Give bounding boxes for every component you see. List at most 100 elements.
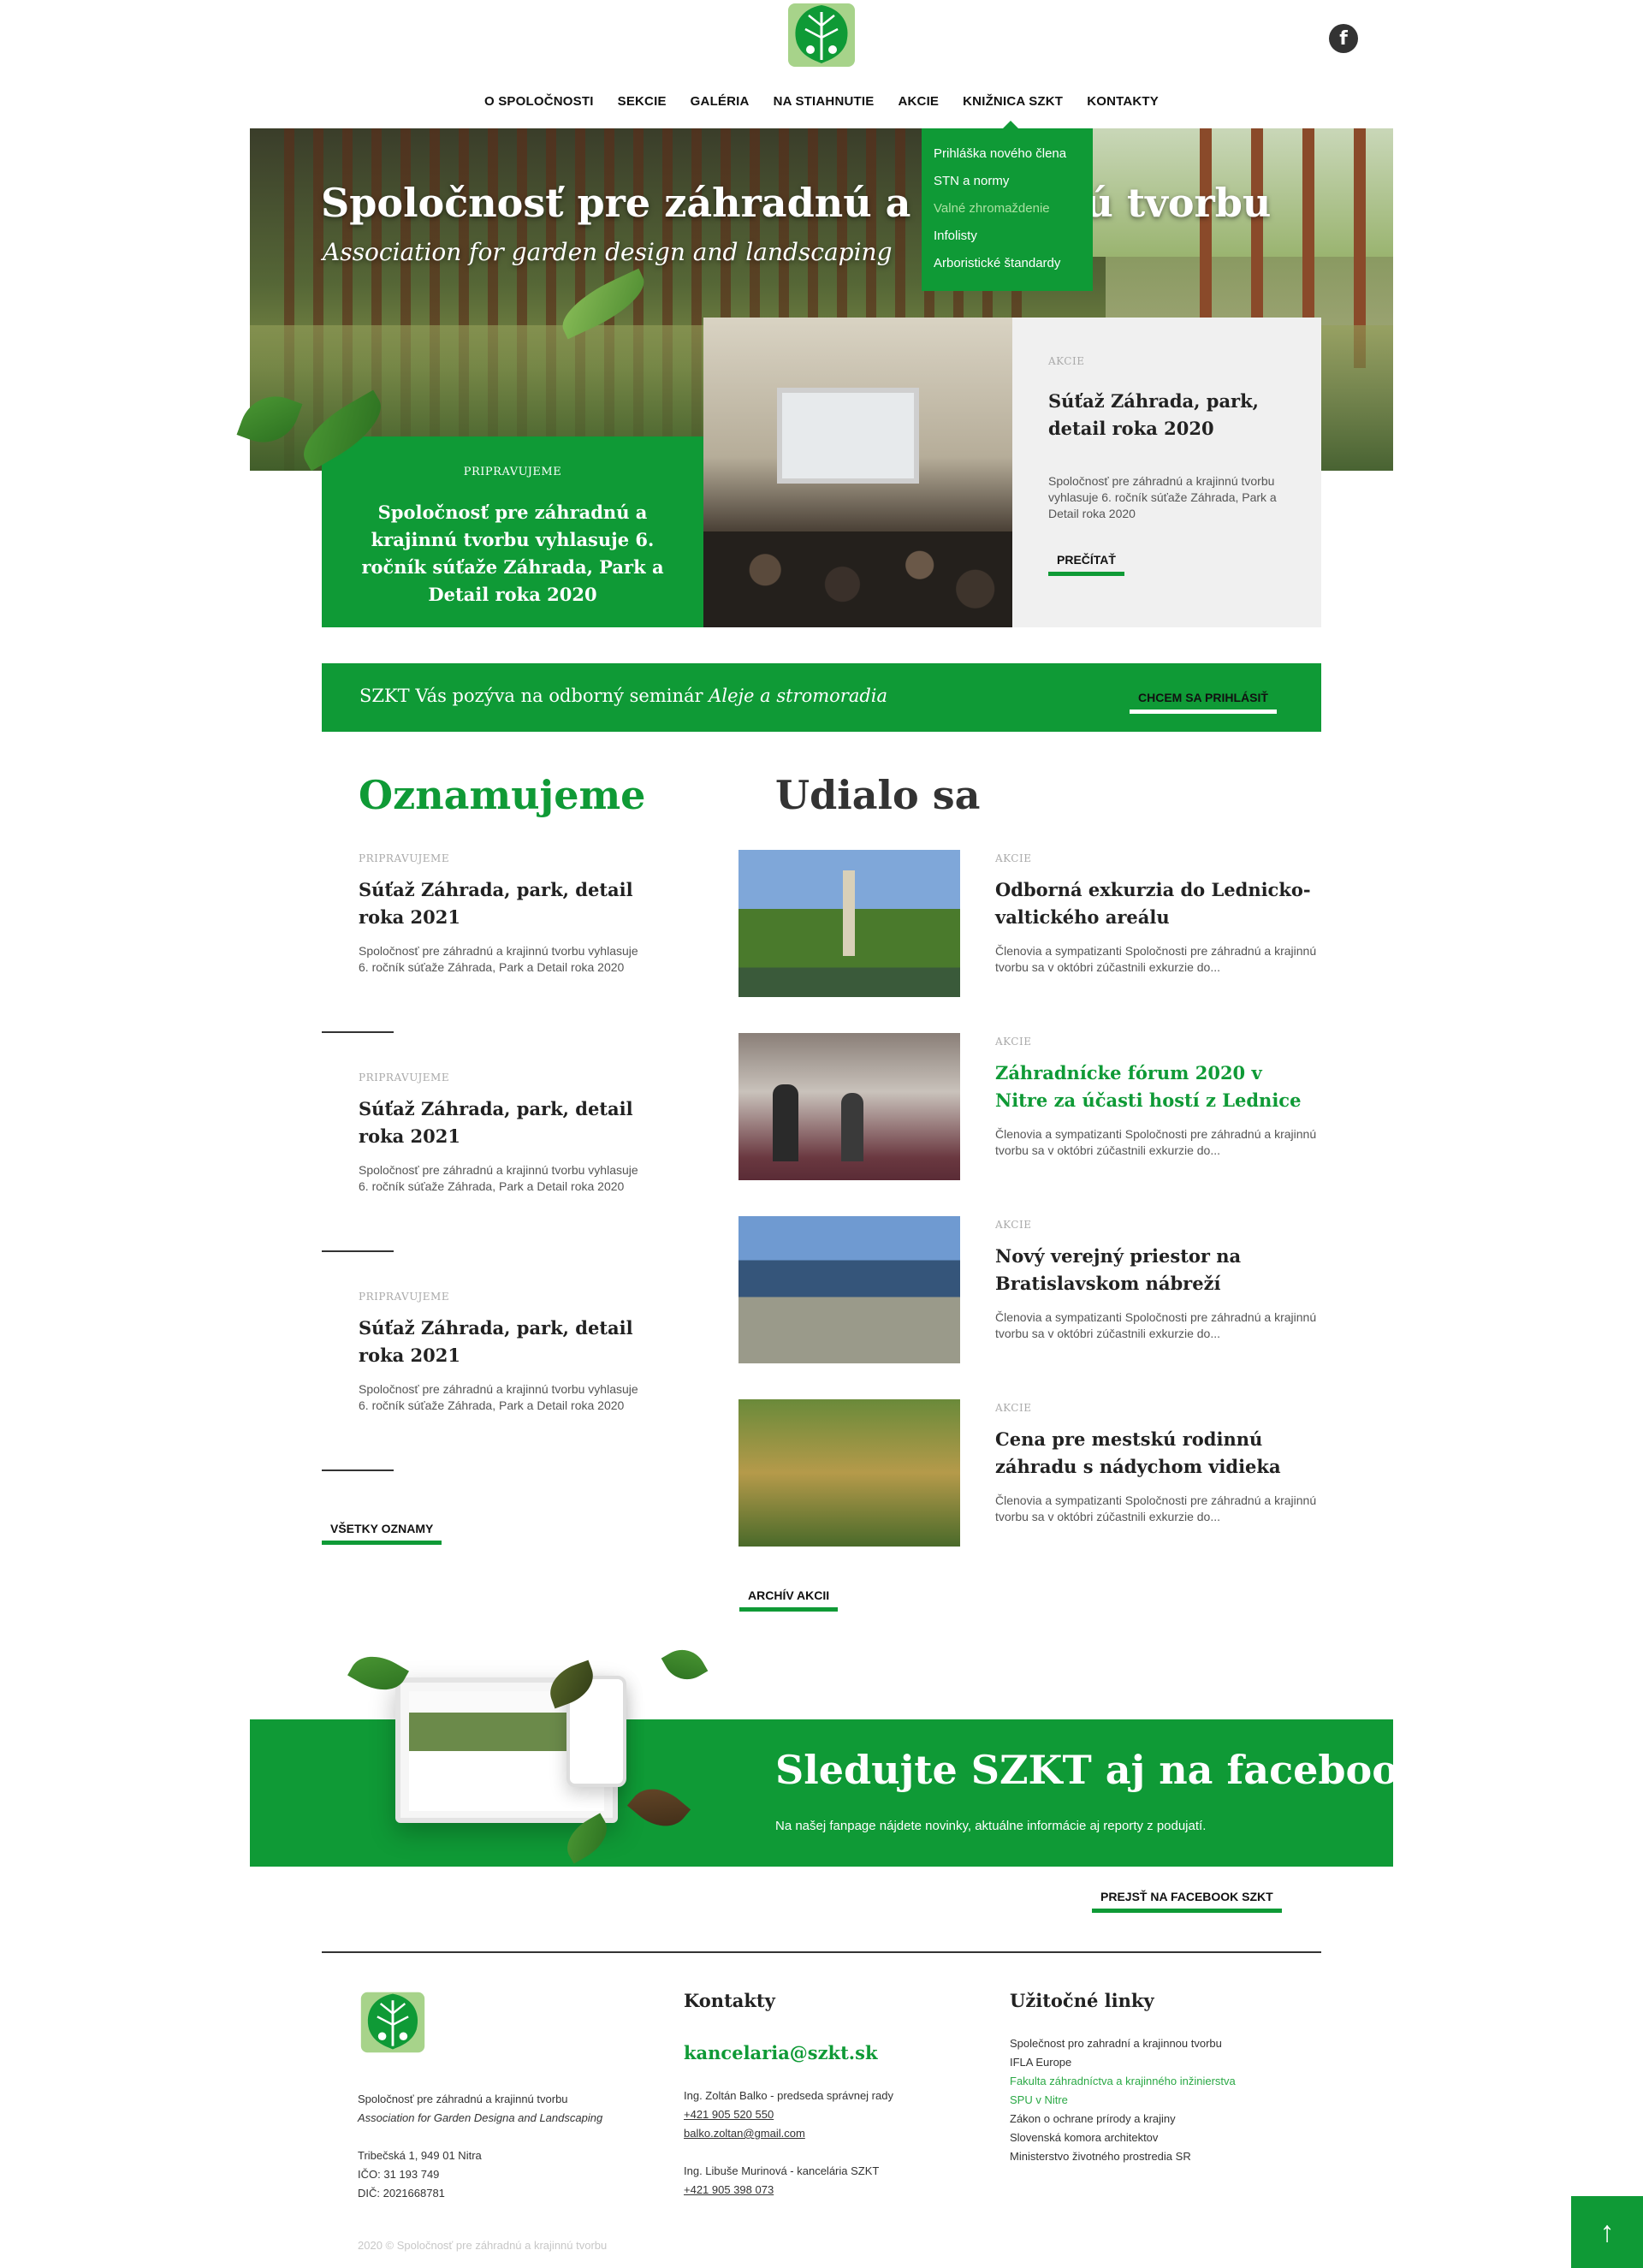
announcement-tag: PRIPRAVUJEME xyxy=(359,852,450,864)
divider xyxy=(322,1031,394,1033)
dropdown-item-stn[interactable]: STN a normy xyxy=(934,173,1093,200)
event-tag: AKCIE xyxy=(995,1036,1032,1048)
event-tag: AKCIE xyxy=(995,1219,1032,1231)
facebook-icon-glyph: f xyxy=(1339,28,1348,50)
announcement-excerpt: Spoločnosť pre záhradnú a krajinnú tvorb… xyxy=(359,1163,638,1193)
event-image[interactable] xyxy=(738,1399,960,1547)
divider xyxy=(322,1250,394,1252)
announcement-item: PRIPRAVUJEME Súťaž Záhrada, park, detail… xyxy=(359,1291,649,1414)
nav-item-galeria[interactable]: GALÉRIA xyxy=(691,89,750,115)
contact-phone-2[interactable]: +421 905 398 073 xyxy=(684,2181,966,2200)
facebook-icon[interactable]: f xyxy=(1329,24,1358,53)
featured-card-title[interactable]: Súťaž Záhrada, park, detail roka 2020 xyxy=(1048,388,1285,442)
contact-person-2: Ing. Libuše Murinová - kancelária SZKT xyxy=(684,2164,880,2177)
announcement-title[interactable]: Súťaž Záhrada, park, detail roka 2021 xyxy=(359,1095,649,1150)
hero-subtitle: Association for garden design and landsc… xyxy=(323,238,893,266)
dropdown-item-arboristicke[interactable]: Arboristické štandardy xyxy=(934,255,1093,282)
signup-button[interactable]: CHCEM SA PRIHLÁSIŤ xyxy=(1130,691,1277,714)
event-excerpt: Členovia a sympatizanti Spoločnosti pre … xyxy=(995,1310,1317,1340)
featured-card-tag: AKCIE xyxy=(1048,355,1085,367)
useful-link[interactable]: Slovenská komora architektov xyxy=(1010,2128,1318,2147)
footer-org-name-en: Association for Garden Designa and Lands… xyxy=(358,2111,603,2124)
footer-org: Spoločnosť pre záhradnú a krajinnú tvorb… xyxy=(358,2090,640,2203)
featured-photo[interactable] xyxy=(703,318,1012,627)
all-announcements-button[interactable]: VŠETKY OZNAMY xyxy=(322,1522,442,1545)
contact-email-1[interactable]: balko.zoltan@gmail.com xyxy=(684,2124,966,2143)
announcement-item: PRIPRAVUJEME Súťaž Záhrada, park, detail… xyxy=(359,1072,649,1195)
facebook-banner-subtitle: Na našej fanpage nájdete novinky, aktuál… xyxy=(775,1819,1207,1833)
useful-links-list: Společnost pro zahradní a krajinnou tvor… xyxy=(1010,2034,1318,2166)
footer-ico: IČO: 31 193 749 xyxy=(358,2168,440,2181)
useful-link[interactable]: IFLA Europe xyxy=(1010,2053,1318,2072)
event-excerpt: Členovia a sympatizanti Spoločnosti pre … xyxy=(995,944,1317,974)
event-item: AKCIE Cena pre mestskú rodinnú záhradu s… xyxy=(995,1402,1320,1525)
seminar-title: Aleje a stromoradia xyxy=(709,686,888,706)
contacts-title: Kontakty xyxy=(684,1990,775,2011)
event-tag: AKCIE xyxy=(995,1402,1032,1414)
event-tag: AKCIE xyxy=(995,852,1032,864)
footer-email-main[interactable]: kancelaria@szkt.sk xyxy=(684,2042,878,2063)
arrow-up-icon: ↑ xyxy=(1599,2216,1615,2248)
kniznica-dropdown: Prihláška nového člena STN a normy Valné… xyxy=(922,121,1093,291)
footer-divider xyxy=(322,1951,1321,1953)
event-title[interactable]: Nový verejný priestor na Bratislavskom n… xyxy=(995,1243,1320,1297)
nav-item-kontakty[interactable]: KONTAKTY xyxy=(1087,89,1159,115)
site-logo[interactable] xyxy=(785,0,858,70)
event-image[interactable] xyxy=(738,850,960,997)
back-to-top-button[interactable]: ↑ xyxy=(1571,2196,1643,2268)
footer-contacts: Ing. Zoltán Balko - predseda správnej ra… xyxy=(684,2087,966,2200)
main-nav: O SPOLOČNOSTI SEKCIE GALÉRIA NA STIAHNUT… xyxy=(479,89,1164,115)
event-item: AKCIE Nový verejný priestor na Bratislav… xyxy=(995,1219,1320,1342)
event-title[interactable]: Odborná exkurzia do Lednicko-valtického … xyxy=(995,876,1320,931)
leaf-decoration xyxy=(661,1641,709,1689)
footer-org-name: Spoločnosť pre záhradnú a krajinnú tvorb… xyxy=(358,2093,568,2105)
event-image[interactable] xyxy=(738,1033,960,1180)
event-title[interactable]: Záhradnícke fórum 2020 v Nitre za účasti… xyxy=(995,1060,1320,1114)
announcements-title: Oznamujeme xyxy=(359,772,646,818)
events-title: Udialo sa xyxy=(775,772,981,818)
contact-person-1: Ing. Zoltán Balko - predseda správnej ra… xyxy=(684,2089,893,2102)
facebook-button[interactable]: PREJSŤ NA FACEBOOK SZKT xyxy=(1092,1890,1282,1913)
dropdown-item-valne[interactable]: Valné zhromaždenie xyxy=(934,200,1093,228)
announcement-title[interactable]: Súťaž Záhrada, park, detail roka 2021 xyxy=(359,1315,649,1369)
nav-item-sekcie[interactable]: SEKCIE xyxy=(618,89,667,115)
featured-text: Spoločnosť pre záhradnú a krajinnú tvorb… xyxy=(361,502,664,605)
dropdown-item-infolisty[interactable]: Infolisty xyxy=(934,228,1093,255)
footer-address: Tribečská 1, 949 01 Nitra xyxy=(358,2149,482,2162)
read-button[interactable]: PREČÍTAŤ xyxy=(1048,553,1124,576)
announcement-title[interactable]: Súťaž Záhrada, park, detail roka 2021 xyxy=(359,876,649,931)
event-item: AKCIE Záhradnícke fórum 2020 v Nitre za … xyxy=(995,1036,1320,1159)
footer-logo[interactable] xyxy=(358,1987,428,2057)
seminar-text: SZKT Vás pozýva na odborný seminár xyxy=(359,686,709,706)
event-excerpt: Členovia a sympatizanti Spoločnosti pre … xyxy=(995,1127,1317,1157)
archive-button[interactable]: ARCHÍV AKCII xyxy=(739,1588,839,1612)
seminar-banner: SZKT Vás pozýva na odborný seminár Aleje… xyxy=(322,663,1321,732)
featured-announcement[interactable]: PRIPRAVUJEME Spoločnosť pre záhradnú a k… xyxy=(322,436,703,627)
announcement-excerpt: Spoločnosť pre záhradnú a krajinnú tvorb… xyxy=(359,1382,638,1412)
useful-link[interactable]: Společnost pro zahradní a krajinnou tvor… xyxy=(1010,2034,1318,2053)
featured-tag: PRIPRAVUJEME xyxy=(463,466,562,478)
featured-card: AKCIE Súťaž Záhrada, park, detail roka 2… xyxy=(1012,318,1321,627)
nav-item-akcie[interactable]: AKCIE xyxy=(898,89,939,115)
footer-dic: DIČ: 2021668781 xyxy=(358,2187,445,2200)
announcement-excerpt: Spoločnosť pre záhradnú a krajinnú tvorb… xyxy=(359,944,638,974)
contact-phone-1[interactable]: +421 905 520 550 xyxy=(684,2105,966,2124)
facebook-banner-title: Sledujte SZKT aj na facebooku xyxy=(775,1747,1455,1793)
event-image[interactable] xyxy=(738,1216,960,1363)
event-item: AKCIE Odborná exkurzia do Lednicko-valti… xyxy=(995,852,1320,976)
announcement-tag: PRIPRAVUJEME xyxy=(359,1072,450,1084)
event-excerpt: Členovia a sympatizanti Spoločnosti pre … xyxy=(995,1493,1317,1523)
nav-item-o-spolocnosti[interactable]: O SPOLOČNOSTI xyxy=(484,89,594,115)
useful-link[interactable]: Zákon o ochrane prírody a krajiny xyxy=(1010,2110,1318,2128)
hero-title: Spoločnosť pre záhradnú a krajinnú tvorb… xyxy=(321,180,1272,226)
announcement-tag: PRIPRAVUJEME xyxy=(359,1291,450,1303)
useful-link[interactable]: SPU v Nitre xyxy=(1010,2091,1318,2110)
useful-link[interactable]: Ministerstvo životného prostredia SR xyxy=(1010,2147,1318,2166)
useful-link[interactable]: Fakulta záhradníctva a krajinného inžini… xyxy=(1010,2072,1318,2091)
nav-item-na-stiahnutie[interactable]: NA STIAHNUTIE xyxy=(774,89,875,115)
nav-item-kniznica[interactable]: KNIŽNICA SZKT xyxy=(963,89,1063,115)
copyright: 2020 © Spoločnosť pre záhradnú a krajinn… xyxy=(358,2239,608,2252)
event-title[interactable]: Cena pre mestskú rodinnú záhradu s nádyc… xyxy=(995,1426,1320,1481)
divider xyxy=(322,1469,394,1471)
dropdown-item-prihlaska[interactable]: Prihláška nového člena xyxy=(934,145,1093,173)
